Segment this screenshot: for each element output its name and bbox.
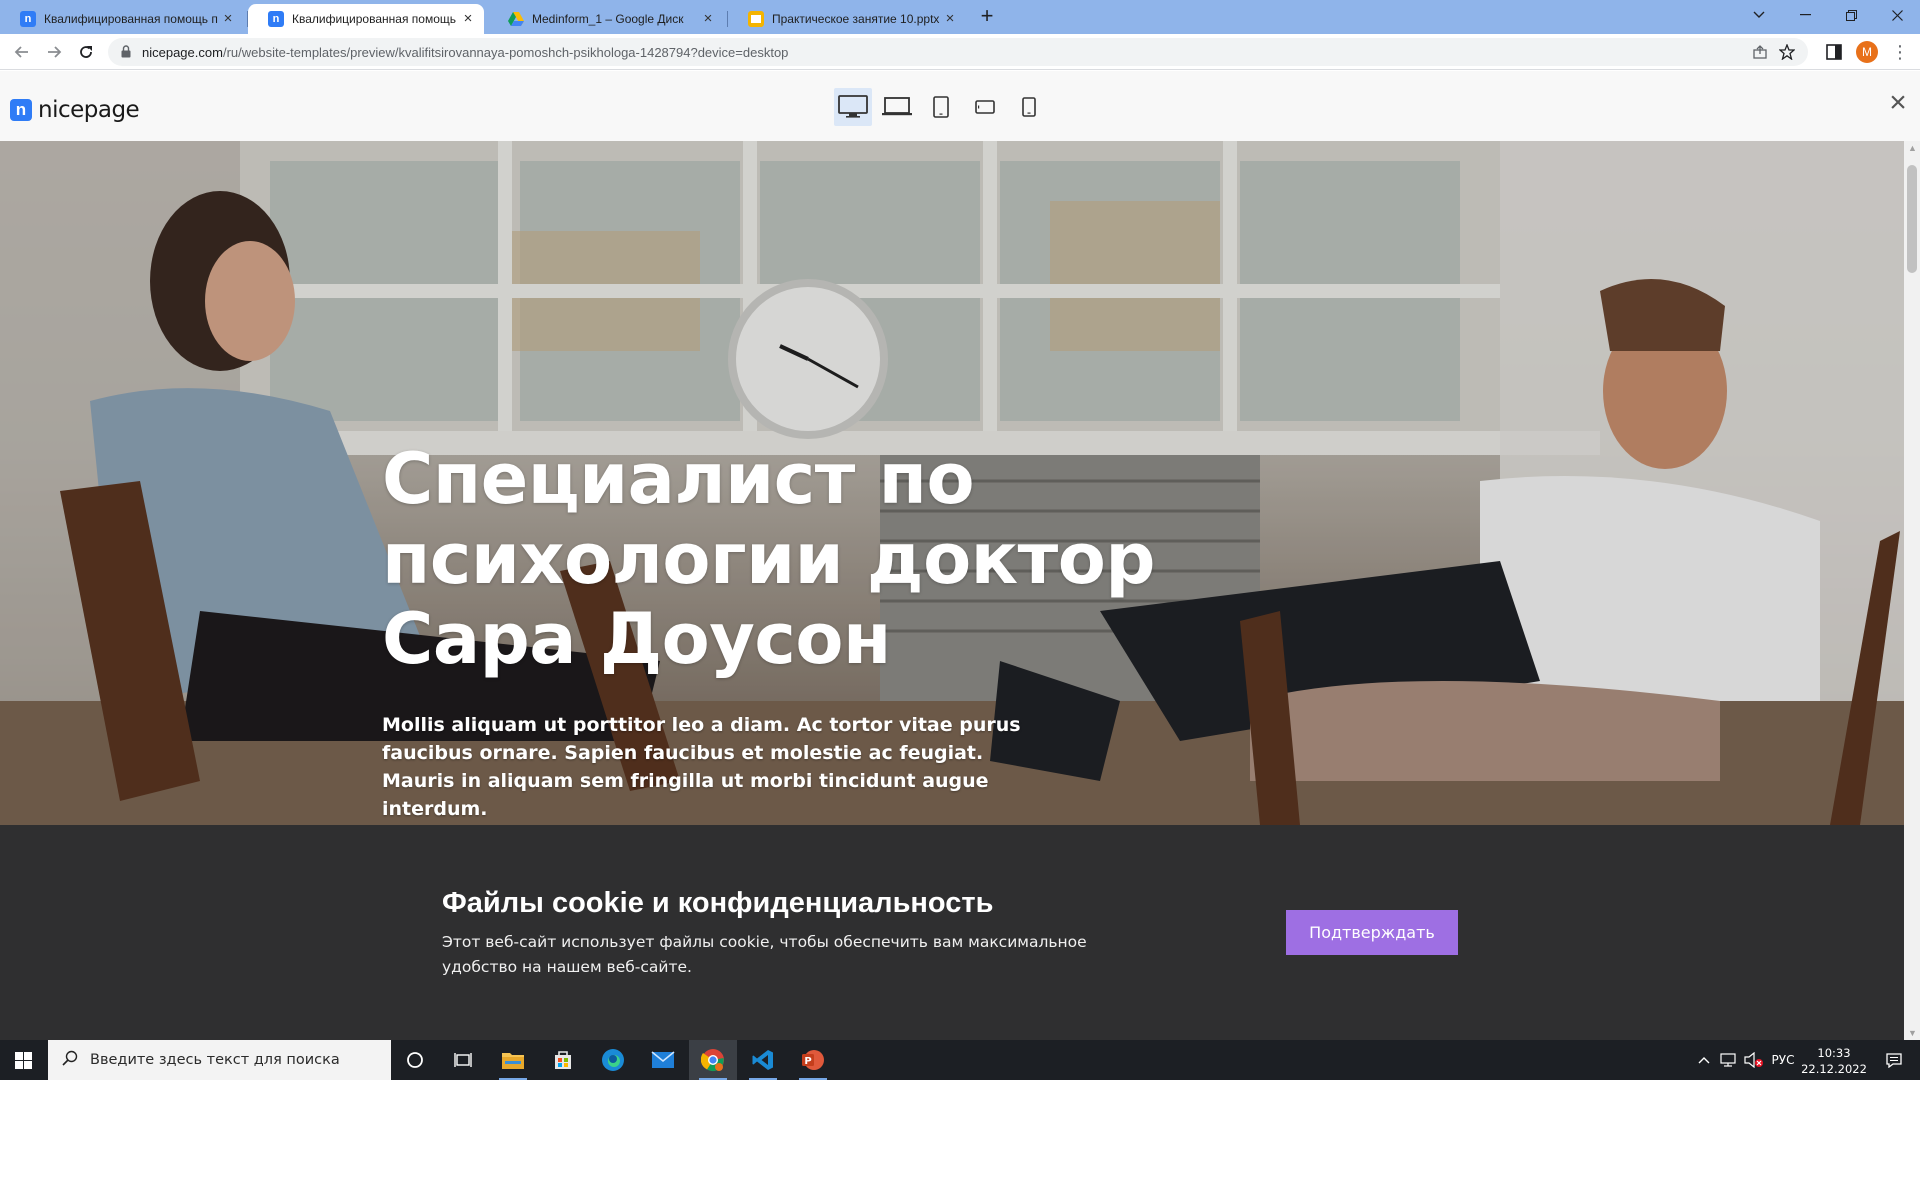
scroll-down-arrow-icon[interactable]: ▼ xyxy=(1908,1029,1917,1038)
tab-title: Квалифицированная помощь п xyxy=(292,12,460,26)
address-bar[interactable]: nicepage.com/ru/website-templates/previe… xyxy=(108,38,1808,66)
bookmark-star-icon[interactable] xyxy=(1778,43,1796,61)
svg-text:P: P xyxy=(804,1056,811,1067)
close-preview-icon[interactable]: × xyxy=(1884,88,1912,118)
page-scrollbar[interactable]: ▲ ▼ xyxy=(1904,141,1920,1040)
taskbar-search-box[interactable]: Введите здесь текст для поиска xyxy=(48,1040,391,1080)
google-drive-icon xyxy=(508,11,524,27)
task-view-icon[interactable] xyxy=(439,1040,487,1080)
url-domain: nicepage.com xyxy=(142,45,223,60)
mail-icon[interactable] xyxy=(639,1040,687,1080)
hero-title-line-1: Специалист по xyxy=(382,438,975,520)
nicepage-icon: n xyxy=(268,11,284,27)
notifications-icon[interactable] xyxy=(1876,1040,1912,1080)
laptop-icon[interactable] xyxy=(878,88,916,126)
cookie-accept-button[interactable]: Подтверждать xyxy=(1286,910,1458,955)
close-window-button[interactable] xyxy=(1874,0,1920,30)
hero-section: Специалист по психологии доктор Сара Доу… xyxy=(0,141,1904,825)
tab-title: Практическое занятие 10.pptx xyxy=(772,12,940,26)
cookie-text: Этот веб-сайт использует файлы cookie, ч… xyxy=(442,933,1087,976)
volume-muted-icon[interactable] xyxy=(1742,1040,1766,1080)
chrome-menu-icon[interactable]: ⋮ xyxy=(1890,42,1910,62)
url-path: /ru/website-templates/preview/kvalifitsi… xyxy=(222,45,789,60)
tab-google-slides[interactable]: Практическое занятие 10.pptx × xyxy=(728,4,966,34)
browser-toolbar: nicepage.com/ru/website-templates/previe… xyxy=(0,34,1920,70)
lock-icon[interactable] xyxy=(121,45,131,63)
profile-avatar[interactable]: M xyxy=(1856,41,1878,63)
browser-tab-strip: n Квалифицированная помощь п × n Квалифи… xyxy=(0,0,1920,34)
hero-description: Mollis aliquam ut porttitor leo a diam. … xyxy=(382,714,1021,820)
taskbar-clock[interactable]: 10:33 22.12.2022 xyxy=(1798,1045,1870,1077)
windows-taskbar: Введите здесь текст для поиска P РУС 10:… xyxy=(0,1040,1920,1080)
scroll-thumb[interactable] xyxy=(1907,165,1917,273)
hero-title-line-2: психологии доктор xyxy=(382,518,1155,600)
page-viewport: Специалист по психологии доктор Сара Доу… xyxy=(0,141,1904,1040)
new-tab-button[interactable]: + xyxy=(976,5,998,28)
tab-close-icon[interactable]: × xyxy=(942,11,958,27)
tab-nicepage-2[interactable]: n Квалифицированная помощь п × xyxy=(248,4,484,34)
share-icon[interactable] xyxy=(1752,43,1770,61)
cookie-banner: Файлы cookie и конфиденциальность Этот в… xyxy=(0,825,1904,1040)
nicepage-logo-text: nicepage xyxy=(38,97,140,123)
side-panel-icon[interactable] xyxy=(1824,42,1844,62)
phone-icon[interactable] xyxy=(1010,88,1048,126)
restore-button[interactable] xyxy=(1828,0,1874,30)
cortana-icon[interactable] xyxy=(391,1040,439,1080)
tab-close-icon[interactable]: × xyxy=(460,11,476,27)
hero-title: Специалист по психологии доктор Сара Доу… xyxy=(382,439,1202,679)
google-slides-icon xyxy=(748,11,764,27)
file-explorer-icon[interactable] xyxy=(489,1040,537,1080)
tab-close-icon[interactable]: × xyxy=(220,11,236,27)
tab-title: Medinform_1 – Google Диск xyxy=(532,12,684,26)
powerpoint-icon[interactable]: P xyxy=(789,1040,837,1080)
cookie-title: Файлы cookie и конфиденциальность xyxy=(442,887,994,919)
edge-icon[interactable] xyxy=(589,1040,637,1080)
network-icon[interactable] xyxy=(1717,1040,1741,1080)
vscode-icon[interactable] xyxy=(739,1040,787,1080)
clock-time: 10:33 xyxy=(1817,1046,1851,1060)
search-placeholder: Введите здесь текст для поиска xyxy=(90,1052,340,1068)
search-icon xyxy=(62,1050,78,1071)
tab-nicepage-1[interactable]: n Квалифицированная помощь п × xyxy=(0,4,244,34)
tab-search-icon[interactable] xyxy=(1736,0,1782,30)
tablet-landscape-icon[interactable] xyxy=(966,88,1004,126)
clock-date: 22.12.2022 xyxy=(1801,1062,1867,1076)
desktop-icon[interactable] xyxy=(834,88,872,126)
url-text: nicepage.com/ru/website-templates/previe… xyxy=(142,45,788,60)
hero-title-line-3: Сара Доусон xyxy=(382,598,891,680)
scroll-up-arrow-icon[interactable]: ▲ xyxy=(1908,144,1917,153)
tab-close-icon[interactable]: × xyxy=(700,11,716,27)
reload-icon[interactable] xyxy=(74,40,98,64)
show-hidden-icons-chevron-icon[interactable] xyxy=(1692,1040,1716,1080)
nicepage-logo[interactable]: n nicepage xyxy=(10,97,140,123)
back-arrow-icon[interactable] xyxy=(10,40,34,64)
tab-title: Квалифицированная помощь п xyxy=(44,12,218,26)
forward-arrow-icon[interactable] xyxy=(42,40,66,64)
preview-header: n nicepage × xyxy=(0,71,1920,141)
nicepage-logo-icon: n xyxy=(10,99,32,121)
nicepage-icon: n xyxy=(20,11,36,27)
microsoft-store-icon[interactable] xyxy=(539,1040,587,1080)
windows-start-icon[interactable] xyxy=(0,1040,46,1080)
chrome-icon[interactable] xyxy=(689,1040,737,1080)
tab-google-drive[interactable]: Medinform_1 – Google Диск × xyxy=(488,4,724,34)
minimize-button[interactable] xyxy=(1782,0,1828,30)
hero-content: Специалист по психологии доктор Сара Доу… xyxy=(382,439,1202,823)
language-indicator[interactable]: РУС xyxy=(1768,1040,1798,1080)
tablet-icon[interactable] xyxy=(922,88,960,126)
